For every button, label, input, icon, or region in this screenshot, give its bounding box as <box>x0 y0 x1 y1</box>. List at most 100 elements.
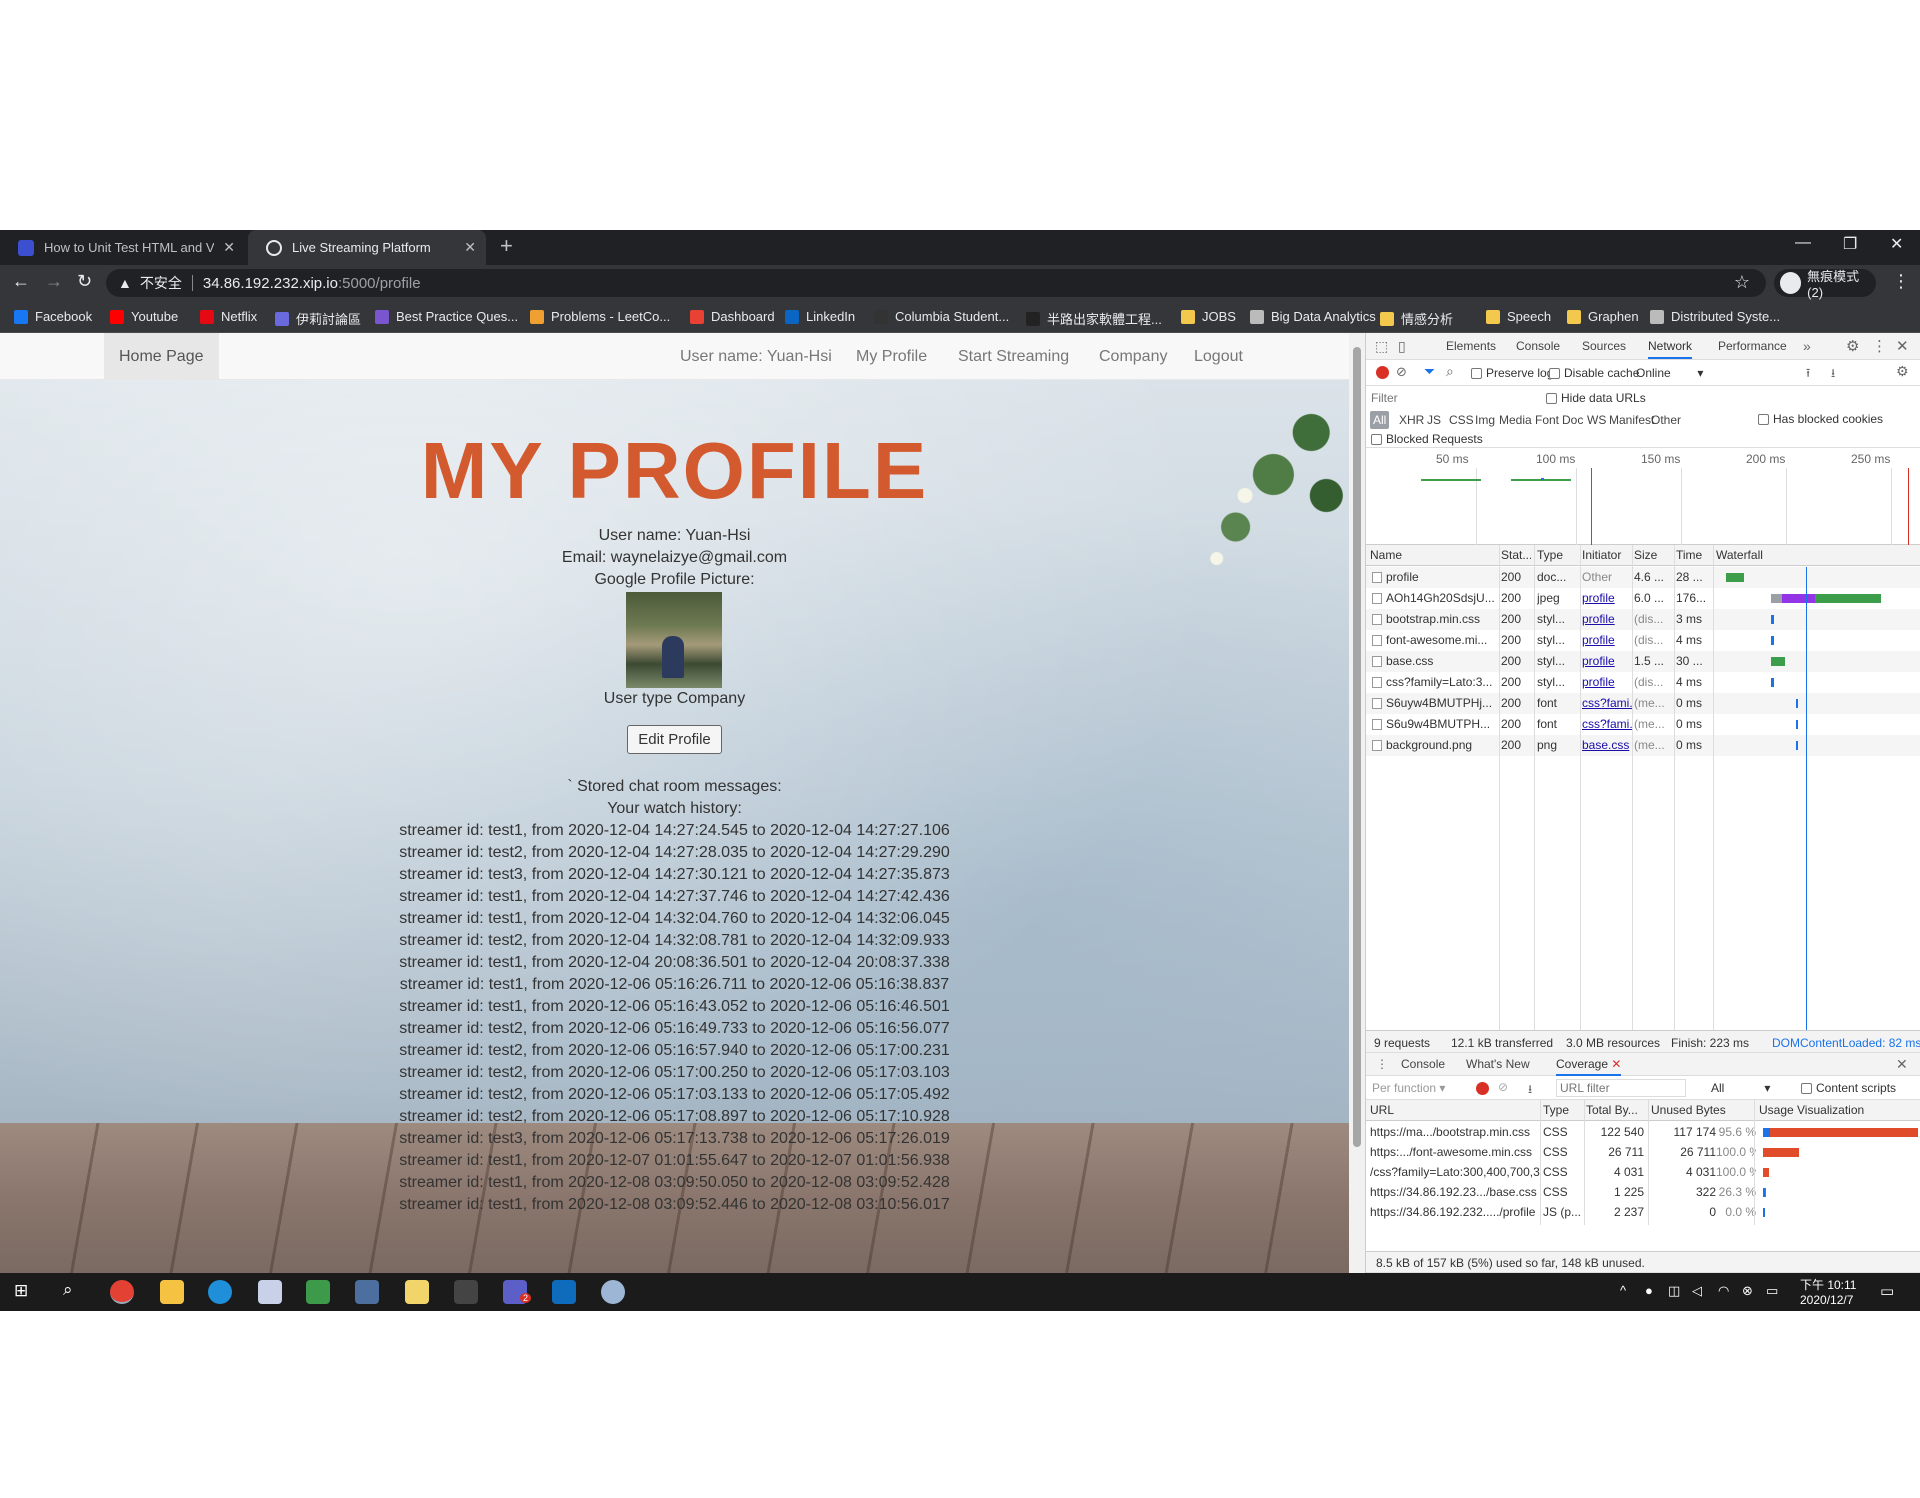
coverage-column-header[interactable]: Unused Bytes <box>1651 1103 1756 1117</box>
window-close-button[interactable]: ✕ <box>1890 234 1903 254</box>
type-filter-font[interactable]: Font <box>1532 411 1562 429</box>
more-tabs-icon[interactable]: » <box>1803 338 1811 354</box>
column-header[interactable]: Time <box>1676 548 1712 562</box>
table-row[interactable]: background.png 200 png base.css (me... 0 ms <box>1366 735 1920 756</box>
coverage-column-header[interactable]: Type <box>1543 1103 1583 1117</box>
incognito-button[interactable]: 無痕模式 (2) <box>1774 269 1876 300</box>
security-label[interactable]: 不安全 <box>140 273 182 293</box>
coverage-record-icon[interactable] <box>1476 1082 1489 1095</box>
tab-live-streaming[interactable]: Live Streaming Platform ✕ <box>248 230 486 265</box>
table-row[interactable]: font-awesome.mi... 200 styl... profile (dis.… <box>1366 630 1920 651</box>
bookmark-item[interactable]: Netflix <box>200 309 257 324</box>
cell-initiator[interactable]: profile <box>1582 591 1632 605</box>
bookmark-item[interactable]: 伊莉討論區 <box>275 309 361 328</box>
bookmark-item[interactable]: 情感分析 <box>1380 309 1453 328</box>
search-icon[interactable]: ⌕ <box>1446 363 1454 380</box>
disable-cache-checkbox[interactable]: Disable cache <box>1549 366 1639 380</box>
edge-icon[interactable] <box>208 1280 232 1304</box>
bookmark-item[interactable]: Graphen <box>1567 309 1639 324</box>
notification-icon[interactable]: ▭ <box>1880 1282 1894 1300</box>
import-har-icon[interactable]: ⭱ <box>1806 364 1810 385</box>
cell-initiator[interactable]: profile <box>1582 633 1632 647</box>
bookmark-item[interactable]: Columbia Student... <box>874 309 1009 324</box>
coverage-row[interactable]: https://34.86.192.232...../profile JS (p.… <box>1366 1202 1920 1223</box>
export-har-icon[interactable]: ⭳ <box>1831 364 1835 385</box>
bookmark-item[interactable]: Dashboard <box>690 309 775 324</box>
nav-company[interactable]: Company <box>1099 333 1167 380</box>
devtools-close-icon[interactable]: ✕ <box>1896 337 1909 355</box>
drawer-close-icon[interactable]: ✕ <box>1896 1056 1908 1073</box>
coverage-column-header[interactable]: URL <box>1370 1103 1540 1117</box>
page-scrollbar[interactable] <box>1349 333 1365 1273</box>
coverage-type-select[interactable]: All ▾ <box>1711 1081 1770 1095</box>
record-icon[interactable] <box>1376 366 1389 379</box>
table-row[interactable]: S6u9w4BMUTPH... 200 font css?fami...(me... 0… <box>1366 714 1920 735</box>
settings-gear-icon[interactable]: ⚙ <box>1846 337 1859 355</box>
warning-icon[interactable]: ▲ <box>118 275 132 291</box>
terminal-icon[interactable] <box>454 1280 478 1304</box>
type-filter-media[interactable]: Media <box>1496 411 1535 429</box>
clear-icon[interactable]: ⊘ <box>1396 364 1407 380</box>
chrome-icon[interactable] <box>110 1280 134 1304</box>
type-filter-js[interactable]: JS <box>1424 411 1444 429</box>
bookmark-item[interactable]: Best Practice Ques... <box>375 309 518 324</box>
nav-start-streaming[interactable]: Start Streaming <box>958 333 1069 380</box>
drawer-menu-icon[interactable]: ⋮ <box>1376 1057 1388 1071</box>
device-toolbar-icon[interactable]: ▯ <box>1398 338 1406 355</box>
devtools-menu-icon[interactable]: ⋮ <box>1872 337 1887 355</box>
coverage-column-header[interactable]: Usage Visualization <box>1759 1103 1919 1117</box>
minimize-button[interactable]: — <box>1795 234 1811 252</box>
volume-icon[interactable]: ◁ <box>1692 1283 1702 1299</box>
bookmark-item[interactable]: JOBS <box>1181 309 1236 324</box>
tab-network[interactable]: Network <box>1648 333 1693 359</box>
tab-sources[interactable]: Sources <box>1582 333 1626 359</box>
content-scripts-checkbox[interactable]: Content scripts <box>1801 1081 1896 1095</box>
filter-input[interactable] <box>1371 389 1536 407</box>
coverage-row[interactable]: https:.../font-awesome.min.css CSS 26 711 2… <box>1366 1142 1920 1163</box>
preserve-log-checkbox[interactable]: Preserve log <box>1471 366 1553 380</box>
table-row[interactable]: base.css 200 styl... profile 1.5 ... 30 ... <box>1366 651 1920 672</box>
paint-icon[interactable] <box>258 1280 282 1304</box>
type-filter-img[interactable]: Img <box>1472 411 1498 429</box>
type-filter-doc[interactable]: Doc <box>1559 411 1586 429</box>
table-row[interactable]: S6uyw4BMUTPHj... 200 font css?fami...(me...… <box>1366 693 1920 714</box>
ime-icon[interactable]: ⊗ <box>1742 1283 1753 1299</box>
type-filter-xhr[interactable]: XHR <box>1396 411 1427 429</box>
tab-elements[interactable]: Elements <box>1446 333 1496 359</box>
bookmark-item[interactable]: Problems - LeetCo... <box>530 309 670 324</box>
forward-button[interactable]: → <box>45 271 63 292</box>
chevron-up-icon[interactable]: ^ <box>1620 1283 1626 1298</box>
throttling-select[interactable]: Online ▾ <box>1636 366 1703 380</box>
drawer-tab-coverage[interactable]: Coverage ✕ <box>1556 1053 1622 1076</box>
scrollbar-thumb[interactable] <box>1353 347 1361 1147</box>
cell-initiator[interactable]: css?fami... <box>1582 696 1632 710</box>
file-explorer-icon[interactable] <box>160 1280 184 1304</box>
type-filter-other[interactable]: Other <box>1648 411 1684 429</box>
network-settings-icon[interactable]: ⚙ <box>1896 363 1909 380</box>
nav-my-profile[interactable]: My Profile <box>856 333 927 380</box>
new-tab-button[interactable]: + <box>500 233 513 259</box>
drawer-tab-console[interactable]: Console <box>1401 1053 1445 1076</box>
tab-close-icon[interactable]: ✕ <box>464 239 476 256</box>
tab-unit-test[interactable]: How to Unit Test HTML and Va ✕ <box>0 230 245 265</box>
inspect-icon[interactable]: ⬚ <box>1375 338 1388 355</box>
has-blocked-cookies-checkbox[interactable]: Has blocked cookies <box>1758 412 1883 426</box>
tab-performance[interactable]: Performance <box>1718 333 1787 359</box>
cell-initiator[interactable]: profile <box>1582 675 1632 689</box>
coverage-export-icon[interactable]: ⭳ <box>1528 1080 1532 1101</box>
table-row[interactable]: css?family=Lato:3... 200 styl... profile (di… <box>1366 672 1920 693</box>
cell-initiator[interactable]: Other <box>1582 570 1632 584</box>
excel-icon[interactable] <box>306 1280 330 1304</box>
per-function-select[interactable]: Per function ▾ <box>1372 1081 1445 1095</box>
address-bar[interactable]: ▲ 不安全 34.86.192.232.xip.io :5000/profile… <box>106 269 1766 297</box>
nav-username[interactable]: User name: Yuan-Hsi <box>680 333 832 380</box>
coverage-row[interactable]: https://34.86.192.23.../base.css CSS 1 225… <box>1366 1182 1920 1203</box>
column-header[interactable]: Waterfall <box>1716 548 1916 562</box>
drawer-tab-whats-new[interactable]: What's New <box>1466 1053 1530 1076</box>
tab-console[interactable]: Console <box>1516 333 1560 359</box>
table-row[interactable]: AOh14Gh20SdsjU... 200 jpeg profile 6.0 ... 17… <box>1366 588 1920 609</box>
coverage-column-header[interactable]: Total By... <box>1586 1103 1648 1117</box>
back-button[interactable]: ← <box>12 271 30 292</box>
coverage-row[interactable]: /css?family=Lato:300,400,700,3 CSS 4 031 4 … <box>1366 1162 1920 1183</box>
restore-button[interactable]: ❐ <box>1843 234 1857 254</box>
